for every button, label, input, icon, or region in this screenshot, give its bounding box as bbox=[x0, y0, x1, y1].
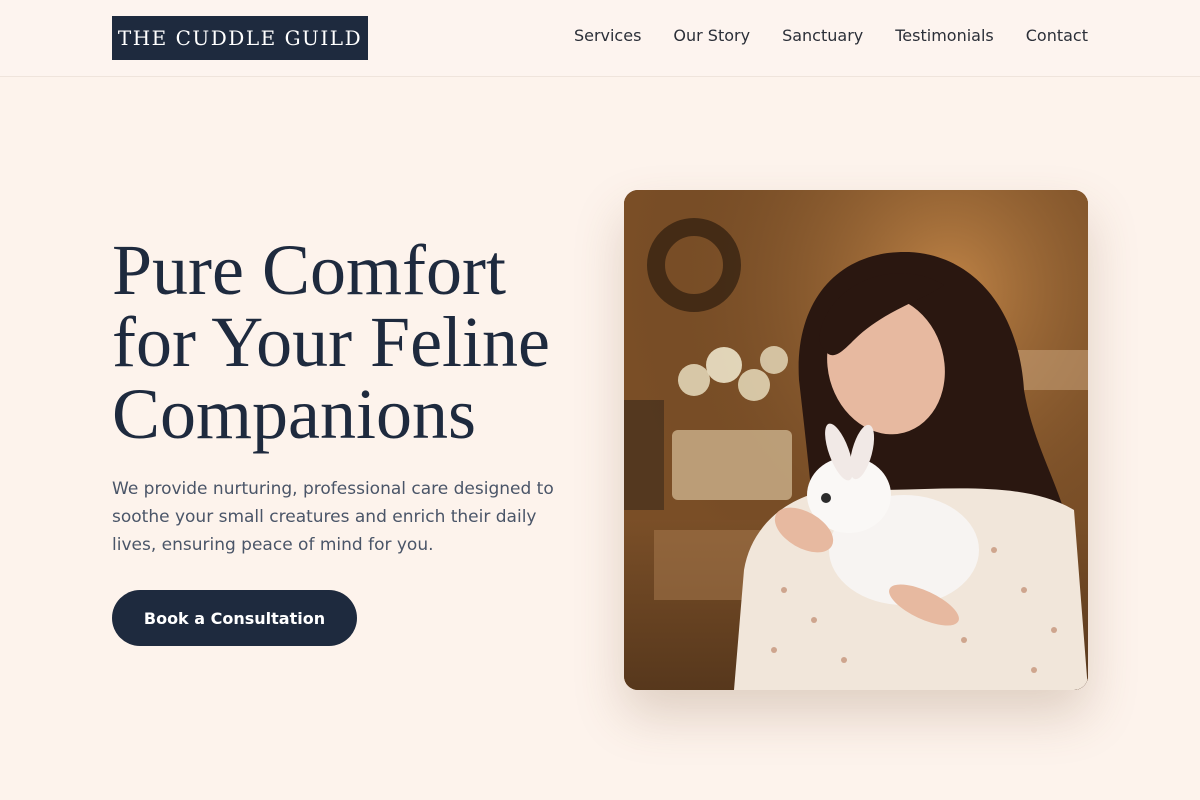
nav-link-services[interactable]: Services bbox=[574, 26, 641, 46]
book-consultation-button[interactable]: Book a Consultation bbox=[112, 590, 357, 646]
hero-title: Pure Comfort for Your Feline Companions bbox=[112, 234, 592, 450]
nav-link-our-story[interactable]: Our Story bbox=[673, 26, 750, 46]
hero-image bbox=[624, 190, 1088, 690]
nav-link-testimonials[interactable]: Testimonials bbox=[895, 26, 994, 46]
nav-link-contact[interactable]: Contact bbox=[1026, 26, 1088, 46]
brand-logo[interactable]: THE CUDDLE GUILD bbox=[112, 16, 368, 60]
main-nav: Services Our Story Sanctuary Testimonial… bbox=[574, 26, 1088, 46]
site-header: THE CUDDLE GUILD Services Our Story Sanc… bbox=[0, 0, 1200, 77]
hero-image-illustration bbox=[624, 190, 1088, 690]
hero-title-line: Pure Comfort bbox=[112, 230, 506, 310]
hero-title-line: Companions bbox=[112, 374, 477, 454]
nav-link-sanctuary[interactable]: Sanctuary bbox=[782, 26, 863, 46]
hero-description: We provide nurturing, professional care … bbox=[112, 479, 554, 555]
hero-title-line: for Your Feline bbox=[112, 302, 551, 382]
